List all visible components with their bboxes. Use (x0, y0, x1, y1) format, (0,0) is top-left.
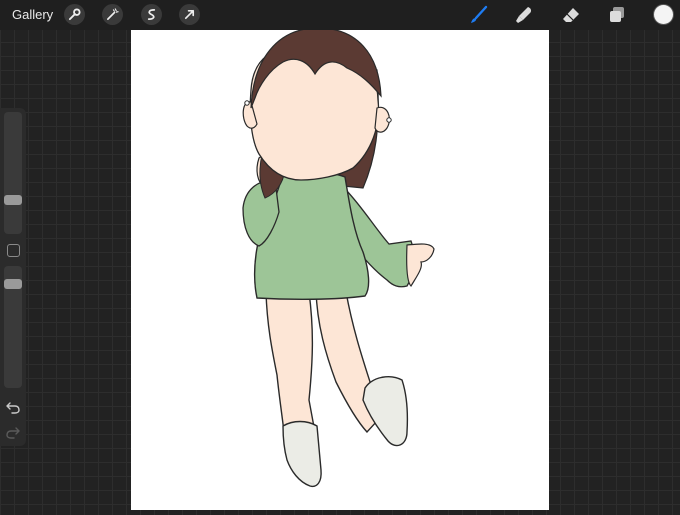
eraser-icon (563, 8, 579, 22)
magic-wand-icon (107, 8, 119, 20)
transform-button[interactable] (179, 4, 200, 25)
side-toolbar (0, 108, 26, 446)
smudge-button[interactable] (513, 4, 535, 26)
actions-button[interactable] (64, 4, 85, 25)
eraser-button[interactable] (560, 4, 582, 26)
brush-size-thumb[interactable] (4, 195, 22, 205)
selection-icon (147, 9, 156, 20)
character-illustration (242, 27, 435, 488)
wrench-icon (68, 8, 81, 21)
brush-icon (471, 5, 488, 23)
modifier-square-icon[interactable] (7, 244, 20, 257)
selection-button[interactable] (141, 4, 162, 25)
brush-button[interactable] (468, 4, 490, 26)
undo-icon[interactable] (5, 401, 21, 415)
redo-icon[interactable] (5, 426, 21, 440)
left-sock (282, 420, 322, 488)
layers-icon (610, 7, 624, 22)
color-picker-button[interactable] (654, 5, 673, 24)
right-sock (362, 376, 409, 447)
layers-button[interactable] (606, 4, 628, 26)
opacity-thumb[interactable] (4, 279, 22, 289)
right-hand (406, 243, 435, 287)
left-leg (265, 291, 315, 433)
top-toolbar: Gallery (0, 0, 680, 30)
transform-arrow-icon (184, 9, 195, 20)
gallery-button[interactable]: Gallery (12, 7, 53, 22)
drawing-canvas[interactable] (131, 27, 549, 510)
smudge-icon (516, 7, 532, 23)
left-earring (244, 100, 250, 106)
brush-size-slider[interactable] (4, 112, 22, 234)
adjustments-button[interactable] (102, 4, 123, 25)
right-earring (386, 117, 392, 123)
